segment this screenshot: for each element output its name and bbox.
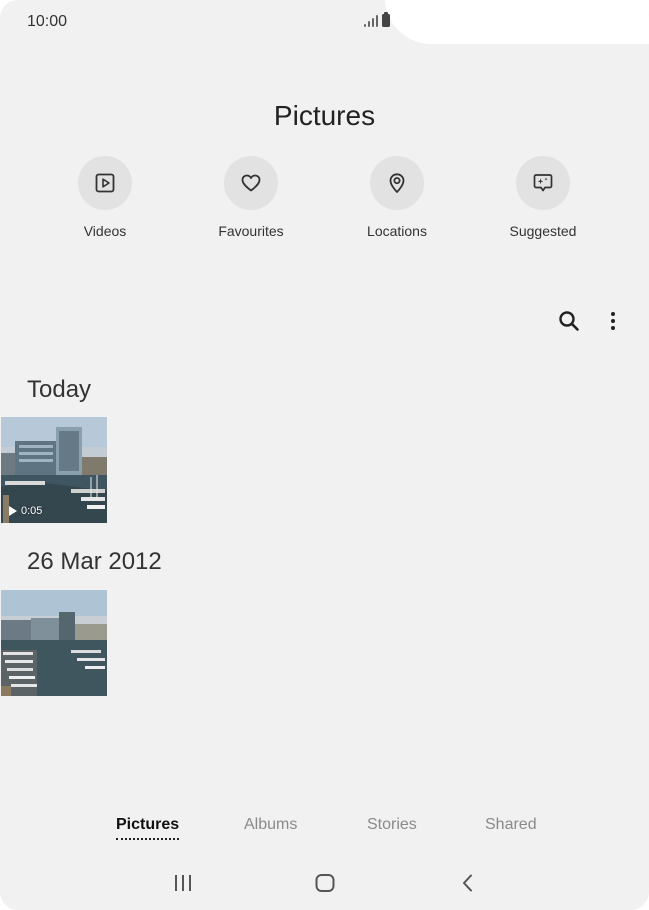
image-thumbnail[interactable] [1, 590, 107, 696]
shortcut-label: Suggested [509, 223, 577, 239]
shortcut-locations[interactable]: Locations [337, 156, 457, 239]
section-date: 26 Mar 2012 [27, 548, 162, 575]
signal-icon [364, 15, 378, 27]
shortcut-label: Locations [367, 223, 427, 239]
section-date: Today [27, 376, 92, 403]
video-thumbnail[interactable]: 0:05 [1, 417, 107, 523]
shortcut-label: Videos [83, 223, 127, 239]
status-time: 10:00 [27, 13, 68, 30]
shortcut-suggested[interactable]: Suggested [483, 156, 603, 239]
video-duration-badge: 0:05 [9, 505, 42, 517]
video-duration: 0:05 [21, 505, 43, 517]
recents-icon[interactable] [163, 868, 203, 898]
heart-icon [224, 156, 278, 210]
tab-pictures[interactable]: Pictures [116, 816, 180, 840]
marina-photo [1, 590, 107, 696]
gallery-screen: 10:00 Pictures Videos Favourites Locatio… [0, 0, 649, 910]
video-play-icon [78, 156, 132, 210]
shortcut-videos[interactable]: Videos [45, 156, 165, 239]
tab-albums[interactable]: Albums [244, 816, 297, 834]
back-icon[interactable] [448, 868, 488, 898]
shortcut-favourites[interactable]: Favourites [191, 156, 311, 239]
tab-shared[interactable]: Shared [485, 816, 537, 834]
play-icon [9, 506, 17, 516]
search-icon[interactable] [555, 307, 583, 335]
display-cutout [385, 0, 649, 44]
home-icon[interactable] [305, 868, 345, 898]
location-pin-icon [370, 156, 424, 210]
bottom-tab-bar: Pictures Albums Stories Shared [0, 812, 649, 842]
status-icons [364, 12, 390, 27]
shortcut-row: Videos Favourites Locations Suggested [0, 156, 649, 246]
tab-stories[interactable]: Stories [367, 816, 417, 834]
page-title: Pictures [273, 100, 376, 131]
battery-icon [382, 12, 390, 27]
sparkle-message-icon [516, 156, 570, 210]
shortcut-label: Favourites [218, 223, 284, 239]
system-nav-bar [0, 868, 649, 898]
more-vertical-icon[interactable] [599, 307, 627, 335]
